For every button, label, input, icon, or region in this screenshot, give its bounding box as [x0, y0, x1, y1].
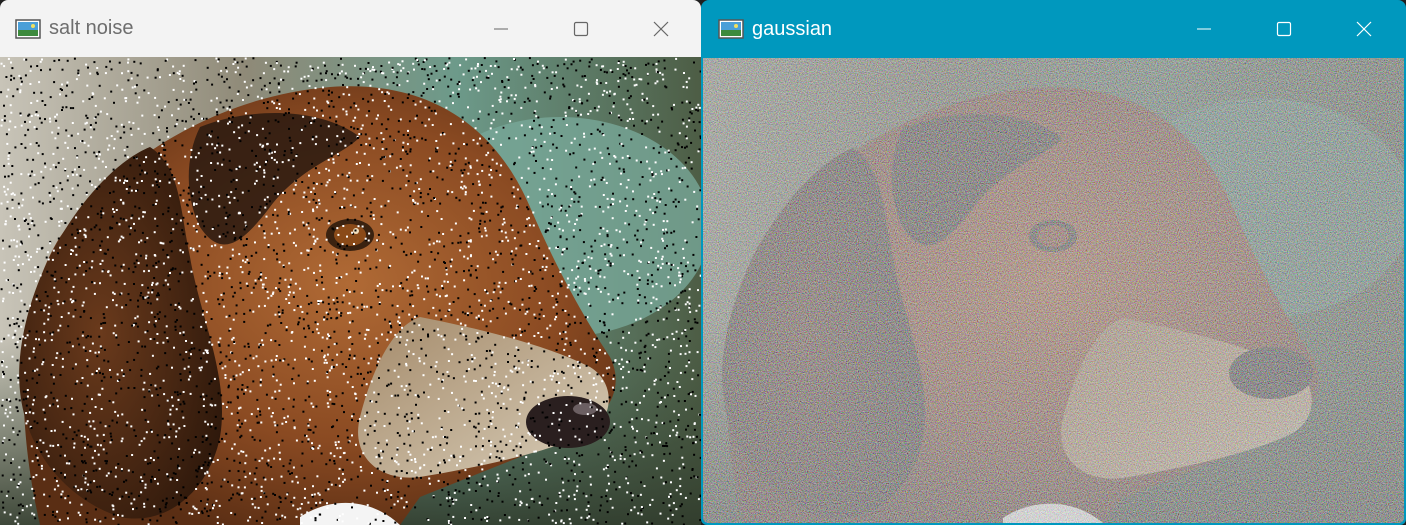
- titlebar[interactable]: salt noise: [0, 0, 701, 57]
- maximize-icon: [573, 21, 589, 36]
- close-icon: [653, 21, 669, 36]
- image-canvas: [0, 57, 701, 525]
- gaussian-window[interactable]: gaussian: [701, 0, 1406, 525]
- window-title: gaussian: [752, 17, 833, 40]
- salt-pepper-noise: [0, 57, 701, 525]
- app-icon: [15, 18, 41, 39]
- close-icon: [1356, 21, 1372, 37]
- maximize-button[interactable]: [1244, 1, 1324, 58]
- minimize-icon: [1197, 28, 1211, 30]
- maximize-icon: [1276, 21, 1292, 37]
- window-title: salt noise: [49, 17, 134, 39]
- close-button[interactable]: [621, 0, 701, 57]
- minimize-icon: [494, 28, 508, 29]
- minimize-button[interactable]: [1164, 1, 1244, 58]
- app-icon: [718, 19, 744, 39]
- maximize-button[interactable]: [541, 0, 621, 57]
- minimize-button[interactable]: [461, 0, 541, 57]
- close-button[interactable]: [1324, 1, 1404, 58]
- image-canvas: [703, 58, 1404, 523]
- beagle-photo: [703, 58, 1404, 523]
- titlebar[interactable]: gaussian: [703, 0, 1404, 58]
- salt-noise-window[interactable]: salt noise: [0, 0, 701, 525]
